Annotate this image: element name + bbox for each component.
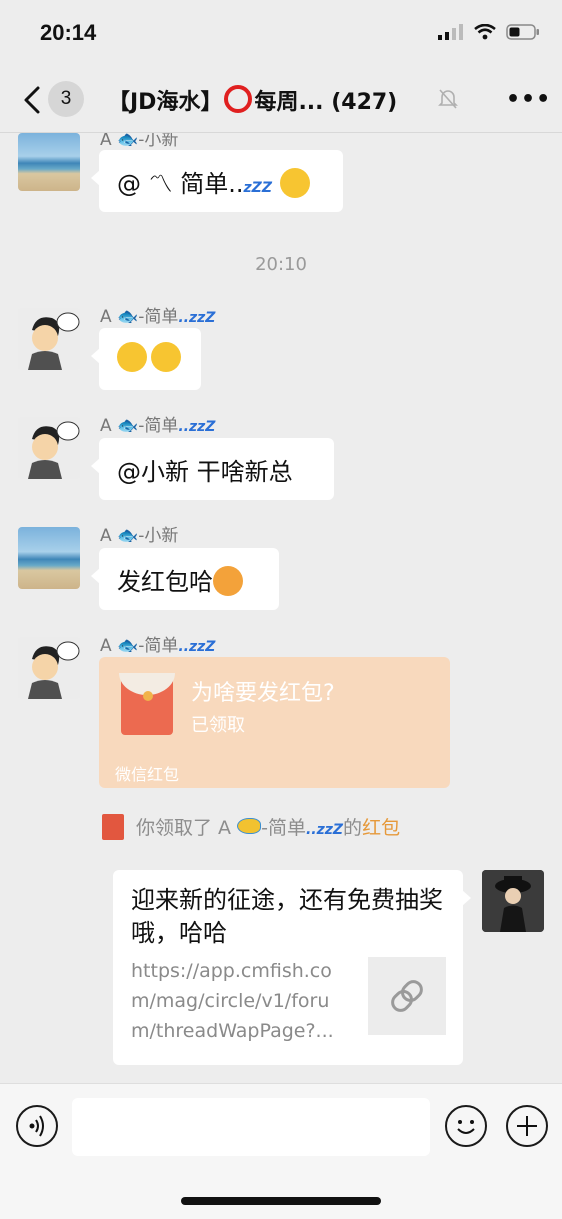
status-bar: 20:14 [0,0,562,70]
plus-icon [517,1116,537,1136]
link-card[interactable]: 迎来新的征途，还有免费抽奖哦，哈哈 https://app.cmfish.com… [113,870,471,1065]
chat-messages[interactable]: A 🐟-小新 @ 〽 简单..zZZ 20:10 A 🐟-简单..zzZ A 🐟… [0,133,562,1083]
cartoon-avatar-icon [18,308,80,370]
sender-name: A 🐟-小新 [100,133,179,150]
red-packet-card[interactable]: 为啥要发红包? 已领取 微信红包 [99,657,450,788]
message-bubble[interactable]: 发红包哈 [91,548,279,610]
more-options-button[interactable]: ••• [506,87,551,112]
notice-name: -简单 [261,817,306,839]
red-packet-footer: 微信红包 [115,765,180,784]
avatar-jiandan[interactable] [18,308,80,370]
sleep-zz-icon: ..zzZ [178,310,216,326]
link-title: 迎来新的征途，还有免费抽奖哦，哈哈 [131,886,443,947]
sender-name-text: A 🐟-简单 [100,416,179,436]
message-bubble[interactable] [91,328,201,390]
red-packet-icon [119,673,175,735]
avatar-xiaoxin[interactable] [18,133,80,191]
avatar-jiandan[interactable] [18,417,80,479]
bubble-tail [462,890,471,906]
home-indicator[interactable] [181,1197,381,1205]
bubble-tail [91,568,100,584]
red-packet-mini-icon [102,814,124,840]
more-actions-button[interactable] [506,1105,548,1147]
chat-title-prefix: 【JD海水】 [108,90,223,115]
sender-name-text: A 🐟-简单 [100,636,179,656]
sender-name: A 🐟-简单..zzZ [100,631,215,656]
bubble-tail [91,170,100,186]
bubble-tail [91,458,100,474]
sender-name: A 🐟-小新 [100,526,179,546]
chain-link-icon [391,980,423,1012]
link-url: https://app.cmfish.com/mag/circle/v1/for… [131,960,334,1042]
mute-bell-icon [438,89,458,109]
message-input[interactable] [72,1098,430,1156]
battery-icon [506,24,539,40]
message-timestamp: 20:10 [255,254,307,275]
smiley-icon [457,1120,475,1134]
sleep-zz-icon: zZZ [243,180,272,196]
smiling-face-emoji-icon [279,168,310,198]
confused-emoji-icon [151,342,181,372]
message-text: @ 〽 简单.. [117,170,244,198]
unread-badge[interactable]: 3 [48,81,84,117]
sender-name: A 🐟-简单..zzZ [100,302,215,327]
chat-header: 3 【JD海水】 每周... (427) ••• [0,70,562,133]
red-packet-title: 为啥要发红包? [191,681,335,706]
bubble-tail [91,348,100,364]
message-bubble[interactable]: @小新 干啥新总 [91,438,334,500]
status-time: 20:14 [40,20,97,45]
red-packet-status: 已领取 [191,715,245,736]
chat-title-suffix: 每周... [254,90,324,115]
signal-icon [438,24,463,40]
message-text: @小新 干啥新总 [117,458,293,486]
chat-title[interactable]: 【JD海水】 每周... (427) [108,84,397,116]
self-avatar-icon [482,870,544,932]
sleep-zz-icon: ..zzZ [178,639,216,655]
status-icons [438,24,540,40]
cartoon-avatar-icon [18,417,80,479]
back-arrow-icon[interactable] [18,82,46,118]
cartoon-avatar-icon [18,637,80,699]
notice-text: 你领取了 A [136,817,232,839]
voice-input-button[interactable] [16,1105,58,1147]
emoji-button[interactable] [445,1105,487,1147]
message-bubble[interactable]: @ 〽 简单..zZZ [91,150,343,212]
notice-text-mid: 的 [343,817,363,839]
red-packet-link[interactable]: 红包 [362,817,400,839]
wifi-icon [474,24,496,40]
sleep-zz-icon: ..zzZ [305,822,344,838]
sender-name-text: A 🐟-简单 [100,307,179,327]
tongue-face-emoji-icon [213,566,243,596]
sender-name: A 🐟-简单..zzZ [100,411,215,436]
system-notice: 你领取了 A -简单..zzZ的红包 [102,813,400,840]
avatar-xiaoxin[interactable] [18,527,80,589]
sleep-zz-icon: ..zzZ [178,419,216,435]
member-count: (427) [331,90,398,115]
confused-emoji-icon [117,342,147,372]
voice-icon [29,1115,44,1137]
message-text: 发红包哈 [117,568,213,596]
avatar-jiandan[interactable] [18,637,80,699]
link-thumbnail [368,957,446,1035]
avatar-self[interactable] [482,870,544,932]
fish-emoji-icon [237,818,262,834]
red-circle-icon [224,85,253,113]
